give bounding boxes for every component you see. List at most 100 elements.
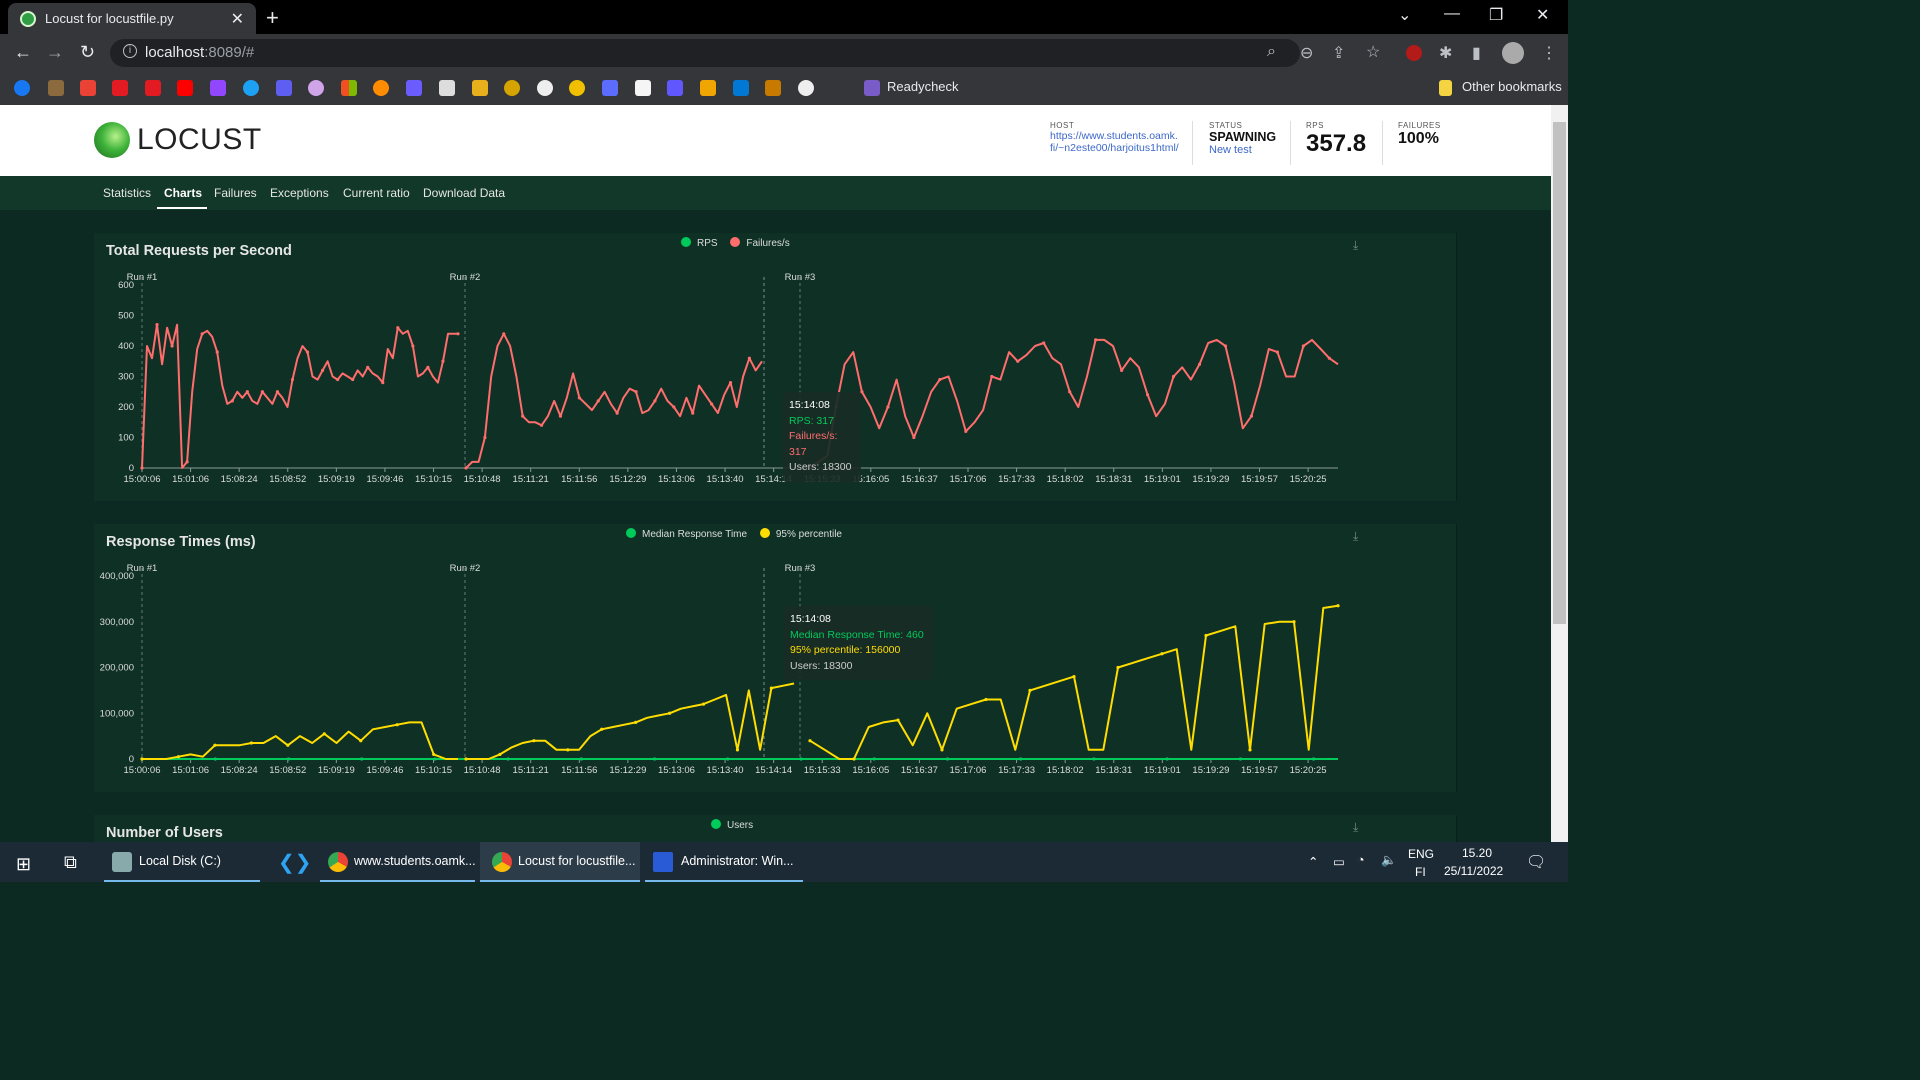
notifications-icon[interactable]: 🗨 [1526,852,1546,872]
failures-value: 100% [1398,130,1439,147]
tooltip-time: 15:14:08 [789,399,830,411]
language-indicator[interactable]: ENG [1408,847,1434,861]
bookmark-icon-10[interactable] [308,80,324,96]
response-time-chart-svg[interactable]: 0100,000200,000300,000400,00015:00:06 15:… [94,524,1364,792]
bookmark-youtube-icon[interactable] [177,80,193,96]
bookmark-icon-17[interactable] [537,80,553,96]
bookmark-icon-12[interactable] [373,80,389,96]
run-marker-label: Run #3 [785,272,816,283]
profile-avatar[interactable] [1502,42,1524,64]
bookmark-icon-19[interactable] [602,80,618,96]
download-icon[interactable]: ⤓ [1353,820,1358,835]
ublock-extension-icon[interactable] [1406,45,1422,61]
menu-dots-icon[interactable]: ⋮ [1541,43,1557,63]
data-point [506,757,510,761]
region-indicator[interactable]: FI [1415,865,1426,879]
back-arrow-icon[interactable]: ← [14,42,32,63]
task-view-icon[interactable]: ⧉ [64,852,77,873]
bookmark-facebook-icon[interactable] [14,80,30,96]
tab-download-data[interactable]: Download Data [423,186,505,200]
data-point [596,399,600,403]
tab-charts[interactable]: Charts [164,186,202,200]
tray-chevron-icon[interactable]: ⌃ [1308,854,1318,869]
x-tick-label: 15:19:01 [1144,474,1181,485]
other-bookmarks[interactable]: Other bookmarks [1462,79,1562,94]
bookmark-icon-18[interactable] [569,80,585,96]
tab-search-icon[interactable]: ⌄ [1398,5,1411,25]
taskbar-item-explorer[interactable]: Local Disk (C:) [104,842,260,882]
data-point [1092,757,1096,761]
windows-start-icon[interactable]: ⊞ [16,854,31,875]
data-point [600,727,604,731]
taskbar-active-line [480,880,640,882]
browser-tab-active[interactable]: Locust for locustfile.py ✕ [8,3,256,34]
bookmark-icon-14[interactable] [439,80,455,96]
new-test-link[interactable]: New test [1209,144,1276,156]
bookmark-icon-16[interactable] [504,80,520,96]
bookmark-outlook-icon[interactable] [733,80,749,96]
taskbar-item-powershell[interactable]: Administrator: Win... [645,842,803,882]
bookmark-is-icon[interactable] [112,80,128,96]
vscode-icon[interactable]: ❮❯ [278,850,312,875]
readycheck-icon[interactable] [864,80,880,96]
tab-close-icon[interactable]: ✕ [231,9,244,29]
extensions-puzzle-icon[interactable]: ✱ [1439,43,1452,63]
tab-exceptions[interactable]: Exceptions [270,186,329,200]
host-link[interactable]: https://www.students.oamk.fi/~n2este00/h… [1050,130,1180,154]
clock-time[interactable]: 15.20 [1462,846,1492,860]
bookmark-icon-2[interactable] [48,80,64,96]
x-tick-label: 15:10:15 [415,474,452,485]
bookmark-microsoft-icon[interactable] [341,80,357,96]
bookmark-readycheck[interactable]: Readycheck [887,79,959,94]
wifi-icon[interactable]: ◔ [1357,853,1365,867]
taskbar-active-line [645,880,803,882]
x-tick-label: 15:19:29 [1192,474,1229,485]
share-icon[interactable]: ⇪ [1332,43,1345,63]
data-point [579,757,583,761]
data-point [652,757,657,761]
bookmark-oamk-icon[interactable] [765,80,781,96]
bookmark-star-icon[interactable]: ☆ [1366,42,1380,62]
battery-icon[interactable]: ▭ [1333,854,1345,869]
tab-statistics[interactable]: Statistics [103,186,151,200]
scrollbar-thumb[interactable] [1553,122,1566,624]
volume-muted-icon[interactable]: 🔈 [1381,853,1397,868]
url-text[interactable]: localhost:8089/# [145,44,254,61]
tooltip-time: 15:14:08 [790,613,831,625]
bookmark-icon-13[interactable] [406,80,422,96]
zoom-out-icon[interactable]: ⊖ [1300,43,1313,63]
y-tick-label: 400 [118,341,134,352]
forward-arrow-icon[interactable]: → [46,42,64,63]
clock-date[interactable]: 25/11/2022 [1444,864,1503,878]
data-point [290,377,295,382]
site-info-icon[interactable]: i [123,44,137,58]
search-icon[interactable]: ⌕ [1267,43,1276,61]
data-point [1292,620,1296,624]
minimize-button[interactable]: — [1444,5,1460,23]
data-point [1165,757,1169,761]
bookmark-icon-20[interactable] [635,80,651,96]
data-point [381,381,385,385]
chart-legend[interactable]: Users [711,819,753,831]
bookmark-icon-9[interactable] [276,80,292,96]
taskbar-item-chrome-2[interactable]: Locust for locustfile... [480,842,640,882]
tab-current-ratio[interactable]: Current ratio [343,186,410,200]
tab-failures[interactable]: Failures [214,186,257,200]
rps-chart-svg[interactable]: 010020030040050060015:00:06 15:01:06 15:08… [94,233,1364,501]
bookmark-icon-21[interactable] [667,80,683,96]
bookmark-twitch-icon[interactable] [210,80,226,96]
data-point [441,359,445,363]
reload-icon[interactable]: ↻ [80,42,95,63]
bookmark-globe-icon[interactable] [798,80,814,96]
address-bar[interactable]: i localhost:8089/# ⌕ ⊖ ⇪ ☆ [110,39,1380,67]
bookmark-icon-22[interactable] [700,80,716,96]
close-window-button[interactable]: ✕ [1536,5,1549,25]
bookmark-icon-15[interactable] [472,80,488,96]
bookmark-twitter-icon[interactable] [243,80,259,96]
restore-button[interactable]: ❐ [1489,5,1503,25]
taskbar-item-chrome-1[interactable]: www.students.oamk... [320,842,476,882]
side-panel-icon[interactable]: ▮ [1472,43,1481,63]
bookmark-gmail-icon[interactable] [80,80,96,96]
new-tab-button[interactable]: + [266,5,279,31]
bookmark-il-icon[interactable] [145,80,161,96]
